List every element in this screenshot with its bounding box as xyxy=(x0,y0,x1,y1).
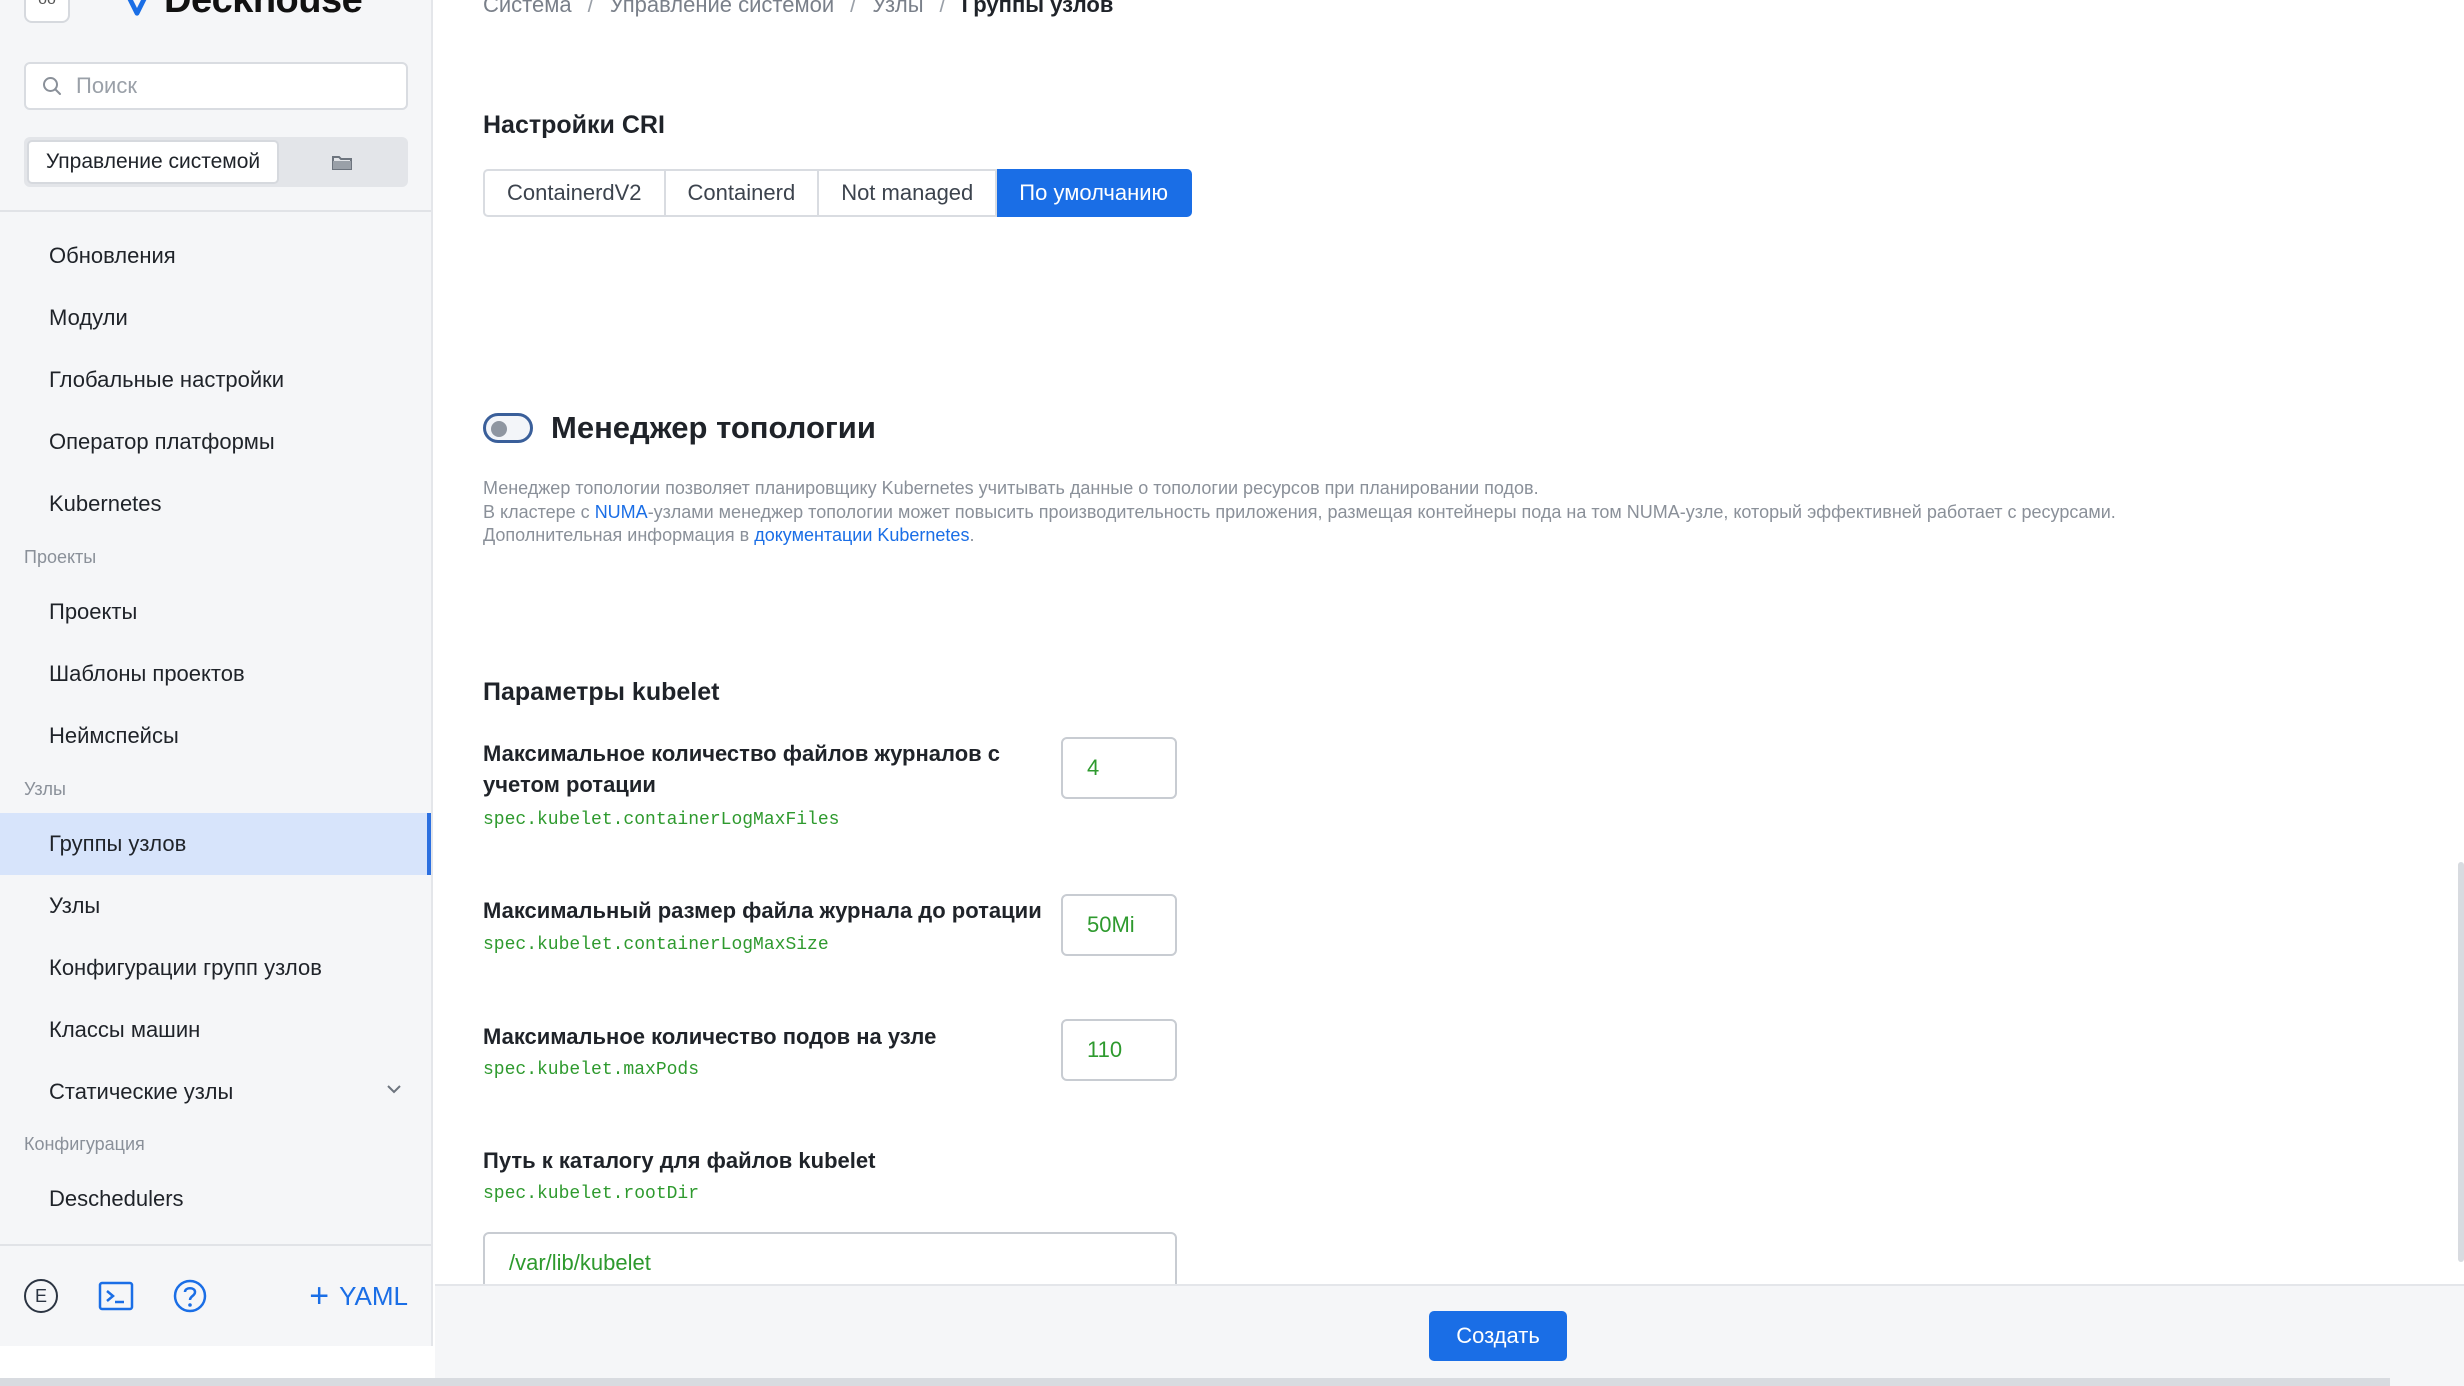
numa-link[interactable]: NUMA xyxy=(595,502,648,522)
topology-manager-row: Менеджер топологии xyxy=(483,410,876,446)
field-label-line: учетом ротации xyxy=(483,772,656,797)
cri-option-default[interactable]: По умолчанию xyxy=(997,169,1193,217)
sidebar: oo Deckhouse Управление системой Обновле… xyxy=(0,0,433,1346)
sidebar-item-updates[interactable]: Обновления xyxy=(0,225,431,287)
folder-icon xyxy=(332,156,352,170)
toggle-knob xyxy=(491,421,507,437)
cri-option-containerdv2[interactable]: ContainerdV2 xyxy=(483,169,666,217)
field-label-max-pods: Максимальное количество подов на узле xyxy=(483,1024,937,1049)
description-text: В кластере с xyxy=(483,501,595,522)
cri-settings-title: Настройки CRI xyxy=(483,111,665,139)
field-path-log-max-size: spec.kubelet.containerLogMaxSize xyxy=(483,935,829,955)
breadcrumb-item-node-groups: Группы узлов xyxy=(961,0,1114,17)
search-box[interactable] xyxy=(24,62,408,110)
description-line: Менеджер топологии позволяет планировщик… xyxy=(483,478,1539,498)
breadcrumb-item-system-management[interactable]: Управление системой xyxy=(610,0,834,18)
sidebar-item-project-templates[interactable]: Шаблоны проектов xyxy=(0,643,431,705)
field-path-max-pods: spec.kubelet.maxPods xyxy=(483,1060,700,1080)
sidebar-item-namespaces[interactable]: Неймспейсы xyxy=(0,705,431,767)
sidebar-section-nodes: Узлы xyxy=(24,779,66,799)
create-button[interactable]: Создать xyxy=(1429,1311,1567,1361)
topology-manager-title: Менеджер топологии xyxy=(551,410,876,445)
terminal-icon[interactable] xyxy=(98,1281,134,1311)
logo-row: oo Deckhouse xyxy=(24,0,363,24)
app-logo-text: Deckhouse xyxy=(164,0,363,22)
sidebar-footer: E + YAML xyxy=(24,1272,408,1320)
description-text: . xyxy=(969,525,975,545)
kubernetes-docs-link[interactable]: документации Kubernetes xyxy=(754,525,969,545)
mode-projects[interactable] xyxy=(279,153,405,171)
max-pods-input[interactable]: 110 xyxy=(1061,1019,1177,1081)
breadcrumb-separator: / xyxy=(850,0,857,17)
log-max-files-input[interactable]: 4 xyxy=(1061,737,1177,799)
sidebar-item-global-settings[interactable]: Глобальные настройки xyxy=(0,349,431,411)
sidebar-item-node-groups[interactable]: Группы узлов xyxy=(0,813,431,875)
breadcrumb: Система / Управление системой / Узлы / Г… xyxy=(483,0,1113,18)
breadcrumb-separator: / xyxy=(939,0,946,17)
mode-system-management[interactable]: Управление системой xyxy=(27,140,279,184)
sidebar-item-nodes[interactable]: Узлы xyxy=(0,875,431,937)
vertical-scrollbar[interactable] xyxy=(2458,862,2464,1262)
sidebar-item-machine-classes[interactable]: Классы машин xyxy=(0,999,431,1061)
breadcrumb-separator: / xyxy=(587,0,594,17)
help-icon[interactable] xyxy=(172,1278,208,1314)
log-max-size-input[interactable]: 50Mi xyxy=(1061,894,1177,956)
sidebar-item-modules[interactable]: Модули xyxy=(0,287,431,349)
description-text: -узлами менеджер топологии может повысит… xyxy=(647,501,2116,522)
field-label-line: Максимальное количество файлов журналов … xyxy=(483,741,1000,766)
sidebar-item-deschedulers[interactable]: Deschedulers xyxy=(0,1168,431,1230)
sidebar-item-projects[interactable]: Проекты xyxy=(0,581,431,643)
field-path-log-max-files: spec.kubelet.containerLogMaxFiles xyxy=(483,810,840,830)
sidebar-footer-divider xyxy=(0,1244,431,1246)
sidebar-item-label: Статические узлы xyxy=(49,1079,234,1104)
sidebar-item-static-nodes[interactable]: Статические узлы xyxy=(0,1061,431,1123)
main-content: Система / Управление системой / Узлы / Г… xyxy=(435,0,2464,1386)
sidebar-section-projects: Проекты xyxy=(24,547,97,567)
mode-switcher: Управление системой xyxy=(24,137,408,187)
add-yaml-button[interactable]: + YAML xyxy=(309,1279,408,1313)
sidebar-divider xyxy=(0,210,431,212)
topology-manager-toggle[interactable] xyxy=(483,413,533,443)
horizontal-scrollbar[interactable] xyxy=(0,1378,2390,1386)
user-avatar[interactable]: E xyxy=(24,1279,58,1313)
description-line: Дополнительная информация в документации… xyxy=(483,524,2116,548)
search-icon xyxy=(43,77,61,95)
field-path-root-dir: spec.kubelet.rootDir xyxy=(483,1184,700,1204)
topology-manager-description: Менеджер топологии позволяет планировщик… xyxy=(483,477,2116,548)
sidebar-item-platform-operator[interactable]: Оператор платформы xyxy=(0,411,431,473)
breadcrumb-item-system[interactable]: Система xyxy=(483,0,572,18)
deckhouse-logo-icon xyxy=(127,0,147,16)
apps-switcher-button[interactable]: oo xyxy=(24,0,70,23)
apps-icon: oo xyxy=(38,0,56,9)
sidebar-item-node-group-configurations[interactable]: Конфигурации групп узлов xyxy=(0,937,431,999)
cri-segmented-control: ContainerdV2 Containerd Not managed По у… xyxy=(483,169,1193,217)
search-input[interactable] xyxy=(74,72,378,100)
description-line: В кластере с NUMA-узлами менеджер тополо… xyxy=(483,501,2116,525)
kubelet-params-title: Параметры kubelet xyxy=(483,678,720,706)
cri-option-containerd[interactable]: Containerd xyxy=(665,169,820,217)
description-text: Дополнительная информация в xyxy=(483,525,755,545)
cri-option-not-managed[interactable]: Not managed xyxy=(819,169,998,217)
sidebar-item-kubernetes[interactable]: Kubernetes xyxy=(0,473,431,535)
field-label-log-max-files: Максимальное количество файлов журналов … xyxy=(483,738,1000,800)
chevron-down-icon[interactable] xyxy=(385,1083,403,1095)
breadcrumb-item-nodes[interactable]: Узлы xyxy=(872,0,923,18)
yaml-button-label: YAML xyxy=(339,1280,408,1311)
field-label-root-dir: Путь к каталогу для файлов kubelet xyxy=(483,1148,876,1173)
sidebar-section-configuration: Конфигурация xyxy=(24,1134,145,1154)
plus-icon: + xyxy=(309,1277,330,1315)
field-label-log-max-size: Максимальный размер файла журнала до рот… xyxy=(483,898,1042,923)
